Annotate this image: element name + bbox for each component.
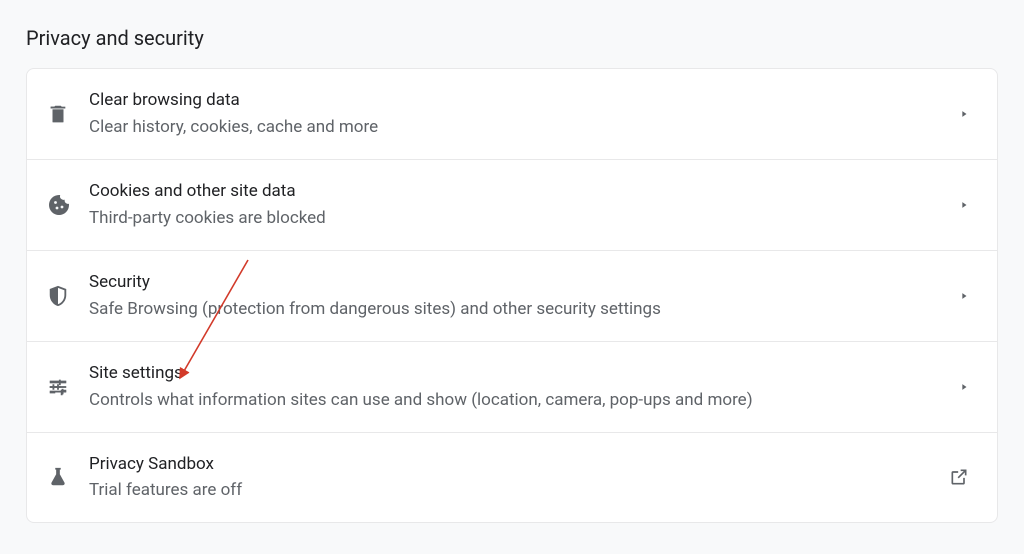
page-title: Privacy and security (0, 0, 1024, 68)
row-text: Cookies and other site data Third-party … (89, 180, 959, 230)
row-desc: Third-party cookies are blocked (89, 207, 959, 230)
trash-icon (47, 103, 89, 125)
row-clear-browsing-data[interactable]: Clear browsing data Clear history, cooki… (27, 69, 997, 160)
chevron-right-icon (959, 200, 969, 210)
chevron-right-icon (959, 109, 969, 119)
chevron-right-icon (959, 291, 969, 301)
row-title: Privacy Sandbox (89, 453, 949, 476)
external-link-icon (949, 467, 969, 487)
tune-icon (47, 376, 89, 398)
row-text: Privacy Sandbox Trial features are off (89, 453, 949, 503)
row-desc: Clear history, cookies, cache and more (89, 116, 959, 139)
row-title: Security (89, 271, 959, 294)
cookie-icon (47, 193, 89, 217)
row-text: Site settings Controls what information … (89, 362, 959, 412)
row-desc: Controls what information sites can use … (89, 389, 959, 412)
row-security[interactable]: Security Safe Browsing (protection from … (27, 251, 997, 342)
row-text: Security Safe Browsing (protection from … (89, 271, 959, 321)
row-text: Clear browsing data Clear history, cooki… (89, 89, 959, 139)
flask-icon (47, 465, 89, 489)
chevron-right-icon (959, 382, 969, 392)
row-title: Clear browsing data (89, 89, 959, 112)
row-title: Cookies and other site data (89, 180, 959, 203)
row-cookies[interactable]: Cookies and other site data Third-party … (27, 160, 997, 251)
row-title: Site settings (89, 362, 959, 385)
settings-list: Clear browsing data Clear history, cooki… (26, 68, 998, 523)
row-desc: Trial features are off (89, 479, 949, 502)
row-desc: Safe Browsing (protection from dangerous… (89, 298, 959, 321)
row-site-settings[interactable]: Site settings Controls what information … (27, 342, 997, 433)
shield-icon (47, 284, 89, 308)
row-privacy-sandbox[interactable]: Privacy Sandbox Trial features are off (27, 433, 997, 523)
